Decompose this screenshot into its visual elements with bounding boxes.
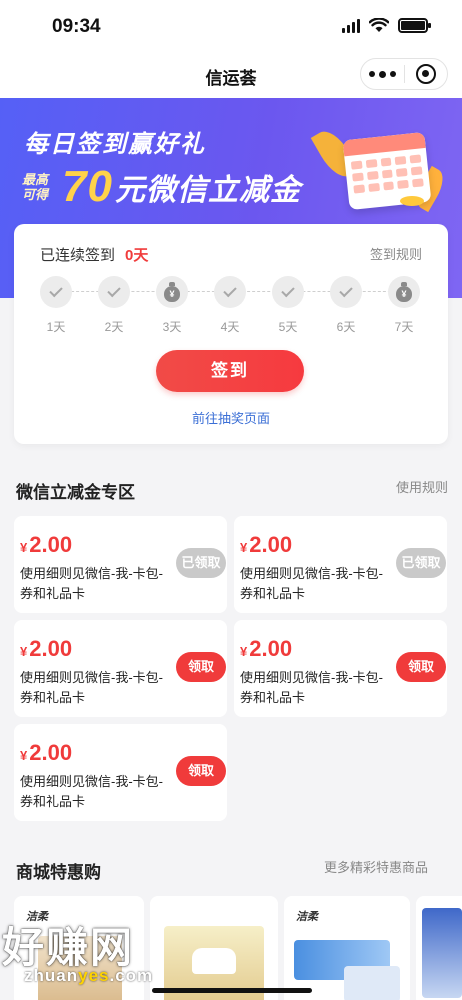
- streak-days: 0天: [125, 247, 149, 264]
- product-image: [344, 966, 400, 1000]
- mall-section-title: 商城特惠购: [16, 863, 101, 882]
- day-3: ¥3天: [156, 276, 188, 335]
- check-icon: [223, 283, 237, 298]
- target-icon: [415, 64, 436, 84]
- coupon-card: ¥2.00 使用细则见微信-我-卡包-券和礼品卡 领取: [234, 620, 447, 717]
- status-time: 09:34: [52, 16, 101, 37]
- signin-card: 已连续签到 0天 签到规则 1天 2天 ¥3天 4天 5天 6天 ¥7天 签到 前…: [14, 224, 448, 444]
- coupon-amount: 2.00: [29, 532, 73, 557]
- wifi-icon: [369, 18, 389, 32]
- signin-button[interactable]: 签到: [156, 350, 304, 392]
- watermark-url: zhuanyes.com: [24, 966, 154, 985]
- currency-symbol: ¥: [240, 540, 248, 555]
- coupon-desc: 使用细则见微信-我-卡包-券和礼品卡: [20, 566, 163, 601]
- day-2: 2天: [98, 276, 130, 335]
- money-bag-icon: ¥: [164, 281, 180, 302]
- day-label: 7天: [394, 320, 414, 334]
- product-card[interactable]: [416, 896, 462, 1000]
- coupon-desc: 使用细则见微信-我-卡包-券和礼品卡: [240, 566, 383, 601]
- close-miniprogram-button[interactable]: [405, 64, 448, 84]
- day-label: 1天: [46, 320, 66, 334]
- banner-amount-desc: 元微信立减金: [114, 174, 301, 207]
- day-label: 5天: [278, 320, 298, 334]
- currency-symbol: ¥: [240, 644, 248, 659]
- coupon-amount: 2.00: [29, 740, 73, 765]
- product-brand: 洁柔: [296, 911, 318, 923]
- coupon-section-title: 微信立减金专区: [16, 483, 135, 502]
- home-indicator: [152, 988, 312, 993]
- claim-button[interactable]: 领取: [176, 756, 226, 786]
- coupon-amount: 2.00: [249, 532, 293, 557]
- claim-button[interactable]: 领取: [176, 652, 226, 682]
- coin-decoration: [400, 196, 424, 206]
- signin-rules-link[interactable]: 签到规则: [370, 244, 422, 263]
- max-badge: 最高可得: [22, 172, 49, 202]
- lottery-page-link[interactable]: 前往抽奖页面: [14, 408, 448, 427]
- coupon-card: ¥2.00 使用细则见微信-我-卡包-券和礼品卡 已领取: [234, 516, 447, 613]
- status-bar: 09:34: [0, 0, 462, 52]
- day-label: 6天: [336, 320, 356, 334]
- product-card[interactable]: 洁柔: [284, 896, 410, 1000]
- banner-offer: 最高可得 70 元微信立减金: [22, 162, 301, 212]
- currency-symbol: ¥: [20, 748, 28, 763]
- currency-symbol: ¥: [20, 540, 28, 555]
- banner-amount: 70: [62, 162, 113, 211]
- check-icon: [107, 283, 121, 298]
- signin-days-row: 1天 2天 ¥3天 4天 5天 6天 ¥7天: [40, 276, 422, 336]
- claim-button[interactable]: 领取: [396, 652, 446, 682]
- check-icon: [339, 283, 353, 298]
- coupon-desc: 使用细则见微信-我-卡包-券和礼品卡: [20, 774, 163, 809]
- day-label: 2天: [104, 320, 124, 334]
- check-icon: [49, 283, 63, 298]
- day-label: 3天: [162, 320, 182, 334]
- coupon-amount: 2.00: [29, 636, 73, 661]
- money-bag-icon: ¥: [396, 281, 412, 302]
- claimed-button[interactable]: 已领取: [396, 548, 446, 578]
- streak-label: 已连续签到: [40, 247, 116, 264]
- battery-icon: [398, 18, 431, 33]
- day-4: 4天: [214, 276, 246, 335]
- title-bar: 信运荟: [0, 52, 462, 98]
- more-icon[interactable]: [361, 70, 404, 78]
- day-1: 1天: [40, 276, 72, 335]
- coupon-card: ¥2.00 使用细则见微信-我-卡包-券和礼品卡 领取: [14, 620, 227, 717]
- coupon-desc: 使用细则见微信-我-卡包-券和礼品卡: [240, 670, 383, 705]
- streak-text: 已连续签到 0天: [40, 244, 148, 265]
- status-icons: [342, 18, 431, 33]
- product-image: [422, 908, 462, 998]
- banner-headline: 每日签到赢好礼: [24, 131, 206, 158]
- coupon-card: ¥2.00 使用细则见微信-我-卡包-券和礼品卡 领取: [14, 724, 227, 821]
- coupon-desc: 使用细则见微信-我-卡包-券和礼品卡: [20, 670, 163, 705]
- watermark: 好赚网 zhuanyes.com: [0, 914, 230, 994]
- coupon-rules-link[interactable]: 使用规则: [396, 477, 448, 496]
- day-label: 4天: [220, 320, 240, 334]
- check-icon: [281, 283, 295, 298]
- day-7: ¥7天: [388, 276, 420, 335]
- signal-icon: [342, 18, 360, 33]
- day-6: 6天: [330, 276, 362, 335]
- coupon-card: ¥2.00 使用细则见微信-我-卡包-券和礼品卡 已领取: [14, 516, 227, 613]
- day-5: 5天: [272, 276, 304, 335]
- coupon-amount: 2.00: [249, 636, 293, 661]
- more-products-link[interactable]: 更多精彩特惠商品: [324, 857, 428, 876]
- currency-symbol: ¥: [20, 644, 28, 659]
- miniprogram-capsule: [360, 58, 448, 90]
- claimed-button[interactable]: 已领取: [176, 548, 226, 578]
